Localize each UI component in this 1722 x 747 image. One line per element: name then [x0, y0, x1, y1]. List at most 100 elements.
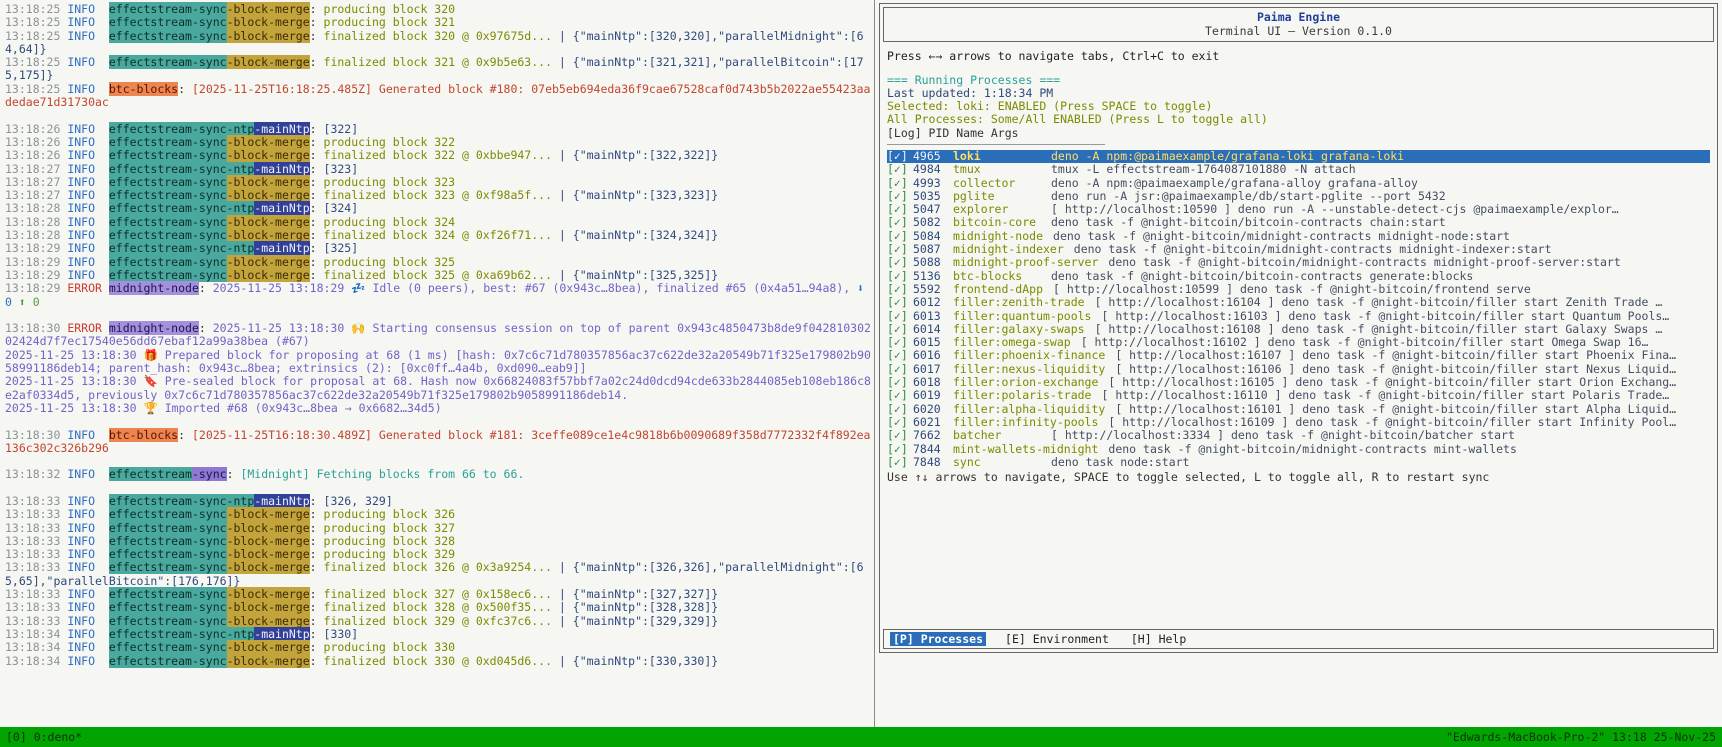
process-args: [ http://localhost:16101 ] deno task -f … — [1115, 403, 1710, 416]
log-line: 13:18:33 INFO effectstream-sync-block-me… — [5, 522, 871, 535]
process-checkbox[interactable]: [✓] — [887, 363, 913, 376]
process-args: tmux -L effectstream-1764087101880 -N at… — [1051, 163, 1710, 176]
process-checkbox[interactable]: [✓] — [887, 256, 913, 269]
process-row-btc-blocks[interactable]: [✓]5136btc-blocksdeno task -f @night-bit… — [887, 270, 1710, 283]
process-row-filler:zenith-trade[interactable]: [✓]6012filler:zenith-trade[ http://local… — [887, 296, 1710, 309]
tab-environment[interactable]: [E] Environment — [1002, 632, 1112, 646]
process-checkbox[interactable]: [✓] — [887, 243, 913, 256]
list-help-text: Use ↑↓ arrows to navigate, SPACE to togg… — [887, 471, 1710, 484]
process-name: filler:galaxy-swaps — [953, 323, 1095, 336]
process-name: filler:orion-exchange — [953, 376, 1108, 389]
tab-help[interactable]: [H] Help — [1128, 632, 1189, 646]
process-checkbox[interactable]: [✓] — [887, 323, 913, 336]
process-row-explorer[interactable]: [✓]5047explorer[ http://localhost:10590 … — [887, 203, 1710, 216]
process-checkbox[interactable]: [✓] — [887, 177, 913, 190]
tab-processes[interactable]: [P] Processes — [890, 632, 986, 646]
process-pane: Paima Engine Terminal UI — Version 0.1.0… — [875, 0, 1722, 727]
process-pid: 5082 — [913, 216, 953, 229]
process-row-filler:orion-exchange[interactable]: [✓]6018filler:orion-exchange[ http://loc… — [887, 376, 1710, 389]
process-args: [ http://localhost:3334 ] deno task -f @… — [1051, 429, 1710, 442]
process-checkbox[interactable]: [✓] — [887, 336, 913, 349]
process-row-tmux[interactable]: [✓]4984tmuxtmux -L effectstream-17640871… — [887, 163, 1710, 176]
process-checkbox[interactable]: [✓] — [887, 429, 913, 442]
running-processes-section: === Running Processes === Last updated: … — [880, 66, 1717, 485]
process-checkbox[interactable]: [✓] — [887, 216, 913, 229]
process-name: filler:quantum-pools — [953, 310, 1101, 323]
log-line: 13:18:34 INFO effectstream-sync-ntp-main… — [5, 628, 871, 641]
process-checkbox[interactable]: [✓] — [887, 190, 913, 203]
log-line: 2025-11-25 13:18:30 🏆 Imported #68 (0x94… — [5, 402, 871, 415]
process-checkbox[interactable]: [✓] — [887, 376, 913, 389]
log-line: 13:18:27 INFO effectstream-sync-block-me… — [5, 189, 871, 202]
log-line: 13:18:33 INFO effectstream-sync-block-me… — [5, 601, 871, 614]
process-row-batcher[interactable]: [✓]7662batcher[ http://localhost:3334 ] … — [887, 429, 1710, 442]
process-row-midnight-proof-server[interactable]: [✓]5088midnight-proof-serverdeno task -f… — [887, 256, 1710, 269]
last-updated: Last updated: 1:18:34 PM — [887, 87, 1710, 100]
status-host-clock: "Edwards-MacBook-Pro-2" 13:18 25-Nov-25 — [1446, 730, 1716, 744]
process-checkbox[interactable]: [✓] — [887, 443, 913, 456]
log-line: 13:18:29 INFO effectstream-sync-ntp-main… — [5, 242, 871, 255]
process-row-filler:galaxy-swaps[interactable]: [✓]6014filler:galaxy-swaps[ http://local… — [887, 323, 1710, 336]
process-row-midnight-indexer[interactable]: [✓]5087midnight-indexerdeno task -f @nig… — [887, 243, 1710, 256]
log-line: 13:18:30 ERROR midnight-node: 2025-11-25… — [5, 322, 871, 349]
process-checkbox[interactable]: [✓] — [887, 456, 913, 469]
process-row-filler:quantum-pools[interactable]: [✓]6013filler:quantum-pools[ http://loca… — [887, 310, 1710, 323]
log-line: 13:18:26 INFO effectstream-sync-ntp-main… — [5, 123, 871, 136]
process-row-filler:nexus-liquidity[interactable]: [✓]6017filler:nexus-liquidity[ http://lo… — [887, 363, 1710, 376]
process-row-filler:alpha-liquidity[interactable]: [✓]6020filler:alpha-liquidity[ http://lo… — [887, 403, 1710, 416]
process-row-midnight-node[interactable]: [✓]5084midnight-nodedeno task -f @night-… — [887, 230, 1710, 243]
process-checkbox[interactable]: [✓] — [887, 163, 913, 176]
process-args: deno -A npm:@paimaexample/grafana-loki g… — [1051, 150, 1710, 163]
process-checkbox[interactable]: [✓] — [887, 349, 913, 362]
app-title-box: Paima Engine Terminal UI — Version 0.1.0 — [883, 7, 1714, 42]
process-pid: 4993 — [913, 177, 953, 190]
process-checkbox[interactable]: [✓] — [887, 150, 913, 163]
process-name: filler:nexus-liquidity — [953, 363, 1115, 376]
process-row-filler:polaris-trade[interactable]: [✓]6019filler:polaris-trade[ http://loca… — [887, 389, 1710, 402]
process-args: deno -A npm:@paimaexample/grafana-alloy … — [1051, 177, 1710, 190]
process-name: filler:infinity-pools — [953, 416, 1108, 429]
process-row-filler:infinity-pools[interactable]: [✓]6021filler:infinity-pools[ http://loc… — [887, 416, 1710, 429]
process-row-mint-wallets-midnight[interactable]: [✓]7844mint-wallets-midnightdeno task -f… — [887, 443, 1710, 456]
process-checkbox[interactable]: [✓] — [887, 270, 913, 283]
process-args: deno task -f @night-bitcoin/midnight-con… — [1074, 243, 1710, 256]
process-checkbox[interactable]: [✓] — [887, 283, 913, 296]
log-line: 13:18:30 INFO btc-blocks: [2025-11-25T16… — [5, 429, 871, 456]
log-line: 13:18:29 INFO effectstream-sync-block-me… — [5, 256, 871, 269]
terminal-screen: 13:18:25 INFO effectstream-sync-block-me… — [0, 0, 1722, 747]
log-line: 13:18:25 INFO effectstream-sync-block-me… — [5, 56, 871, 83]
process-row-filler:omega-swap[interactable]: [✓]6015filler:omega-swap[ http://localho… — [887, 336, 1710, 349]
process-row-loki[interactable]: [✓]4965lokideno -A npm:@paimaexample/gra… — [887, 150, 1710, 163]
process-pid: 5592 — [913, 283, 953, 296]
process-checkbox[interactable]: [✓] — [887, 230, 913, 243]
process-pid: 6018 — [913, 376, 953, 389]
status-window-label[interactable]: [0] 0:deno* — [6, 730, 82, 744]
process-checkbox[interactable]: [✓] — [887, 296, 913, 309]
process-row-frontend-dApp[interactable]: [✓]5592frontend-dApp[ http://localhost:1… — [887, 283, 1710, 296]
process-row-filler:phoenix-finance[interactable]: [✓]6016filler:phoenix-finance[ http://lo… — [887, 349, 1710, 362]
process-row-sync[interactable]: [✓]7848syncdeno task node:start — [887, 456, 1710, 469]
process-checkbox[interactable]: [✓] — [887, 310, 913, 323]
process-row-pglite[interactable]: [✓]5035pglitedeno run -A jsr:@paimaexamp… — [887, 190, 1710, 203]
process-checkbox[interactable]: [✓] — [887, 416, 913, 429]
process-name: sync — [953, 456, 1051, 469]
process-pid: 6012 — [913, 296, 953, 309]
process-pid: 6020 — [913, 403, 953, 416]
process-name: frontend-dApp — [953, 283, 1053, 296]
log-line: 13:18:26 INFO effectstream-sync-block-me… — [5, 149, 871, 162]
app-spacer — [880, 484, 1717, 626]
process-checkbox[interactable]: [✓] — [887, 403, 913, 416]
process-name: filler:polaris-trade — [953, 389, 1101, 402]
process-args: [ http://localhost:10590 ] deno run -A -… — [1051, 203, 1710, 216]
log-pane[interactable]: 13:18:25 INFO effectstream-sync-block-me… — [0, 0, 875, 727]
process-args: [ http://localhost:16103 ] deno task -f … — [1101, 310, 1710, 323]
process-row-collector[interactable]: [✓]4993collectordeno -A npm:@paimaexampl… — [887, 177, 1710, 190]
process-name: mint-wallets-midnight — [953, 443, 1108, 456]
process-row-bitcoin-core[interactable]: [✓]5082bitcoin-coredeno task -f @night-b… — [887, 216, 1710, 229]
process-args: deno task -f @night-bitcoin/midnight-con… — [1053, 230, 1710, 243]
process-args: [ http://localhost:16107 ] deno task -f … — [1115, 349, 1710, 362]
log-line: 13:18:25 INFO btc-blocks: [2025-11-25T16… — [5, 83, 871, 110]
process-name: tmux — [953, 163, 1051, 176]
process-checkbox[interactable]: [✓] — [887, 203, 913, 216]
process-checkbox[interactable]: [✓] — [887, 389, 913, 402]
